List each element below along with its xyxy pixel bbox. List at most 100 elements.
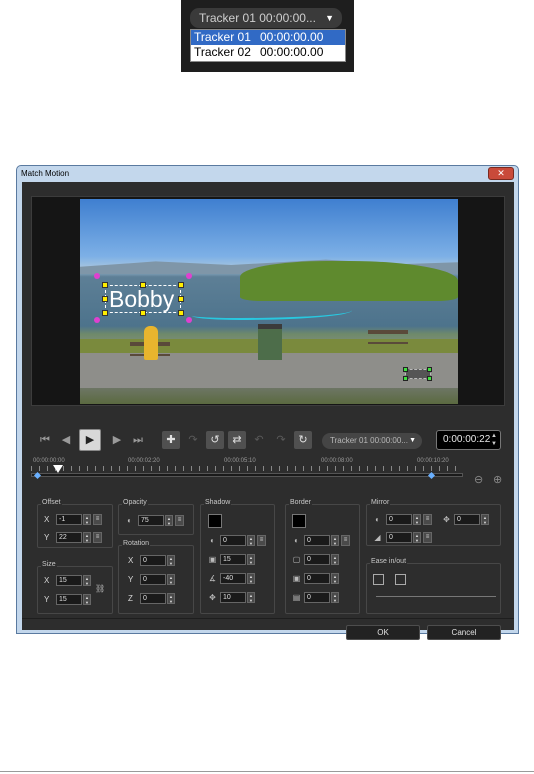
shadow-distance-spinner[interactable]: ▲ ▼	[247, 592, 255, 603]
border-corner-spinner[interactable]: ▲ ▼	[331, 592, 339, 603]
resize-handle[interactable]	[102, 282, 108, 288]
playhead-marker[interactable]	[53, 465, 63, 473]
track-icon[interactable]: ↻	[294, 431, 312, 449]
mirror-opacity-keyframe-button[interactable]: ≡	[423, 514, 432, 525]
ease-out-icon[interactable]	[395, 574, 406, 585]
offset-y-spinner[interactable]: ▲ ▼	[83, 532, 91, 543]
tick-label: 00:00:02:20	[128, 458, 160, 464]
rotate-handle[interactable]	[186, 273, 192, 279]
reset-icon[interactable]: ↺	[206, 431, 224, 449]
tracker-combo-closed[interactable]: Tracker 01 00:00:00... ▼	[190, 8, 342, 28]
go-to-end-icon[interactable]: ⏭	[129, 431, 147, 449]
resize-handle[interactable]	[102, 310, 108, 316]
rotation-z-field[interactable]: 0	[140, 593, 166, 604]
previous-frame-icon[interactable]: ◀	[57, 431, 75, 449]
video-frame[interactable]: Bobby	[80, 199, 458, 404]
border-opacity-keyframe-button[interactable]: ≡	[341, 535, 350, 546]
rotation-z-spinner[interactable]: ▲ ▼	[167, 593, 175, 604]
text-overlay-object[interactable]: Bobby	[105, 285, 181, 313]
tracker-handle[interactable]	[427, 376, 432, 381]
offset-x-keyframe-button[interactable]: ≡	[93, 514, 102, 525]
tracker-option-1[interactable]: Tracker 01 00:00:00.00	[191, 30, 345, 45]
shadow-opacity-field[interactable]: 0	[220, 535, 246, 546]
ok-button[interactable]: OK	[346, 625, 420, 640]
resize-handle[interactable]	[140, 282, 146, 288]
mirror-opacity-spinner[interactable]: ▲ ▼	[413, 514, 421, 525]
opacity-field[interactable]: 75	[138, 515, 164, 526]
ease-slider-track[interactable]	[376, 596, 496, 597]
rotation-y-field[interactable]: 0	[140, 574, 166, 585]
size-x-spinner[interactable]: ▲ ▼	[83, 575, 91, 586]
redo-icon[interactable]: ↷	[272, 431, 290, 449]
border-softness-field[interactable]: 0	[304, 573, 330, 584]
size-y-spinner[interactable]: ▲ ▼	[83, 594, 91, 605]
border-softness-spinner[interactable]: ▲ ▼	[331, 573, 339, 584]
rotate-handle[interactable]	[186, 317, 192, 323]
rotate-handle[interactable]	[94, 317, 100, 323]
border-color-swatch[interactable]	[292, 514, 306, 528]
tracker-handle[interactable]	[427, 367, 432, 372]
mirror-opacity-field[interactable]: 0	[386, 514, 412, 525]
border-opacity-field[interactable]: 0	[304, 535, 330, 546]
shadow-blur-spinner[interactable]: ▲ ▼	[247, 554, 255, 565]
add-tracker-icon[interactable]: ✚	[162, 431, 180, 449]
shadow-angle-spinner[interactable]: ▲ ▼	[247, 573, 255, 584]
mirror-fade-keyframe-button[interactable]: ≡	[423, 532, 432, 543]
resize-handle[interactable]	[178, 282, 184, 288]
zoom-in-icon[interactable]: ⊕	[493, 473, 502, 486]
rotation-y-spinner[interactable]: ▲ ▼	[167, 574, 175, 585]
opacity-keyframe-button[interactable]: ≡	[175, 515, 184, 526]
play-button[interactable]: ▶	[79, 429, 101, 451]
tracker-select[interactable]: Tracker 01 00:00:00... ▼	[322, 433, 422, 449]
timeline-track[interactable]	[31, 473, 463, 477]
resize-handle[interactable]	[178, 296, 184, 302]
timecode-spinner[interactable]: ▲ ▼	[491, 432, 497, 448]
opacity-spinner[interactable]: ▲ ▼	[165, 515, 173, 526]
rotation-x-field[interactable]: 0	[140, 555, 166, 566]
shadow-color-swatch[interactable]	[208, 514, 222, 528]
rotate-handle[interactable]	[94, 273, 100, 279]
go-to-start-icon[interactable]: ⏮	[36, 431, 54, 449]
close-button[interactable]: ✕	[488, 167, 514, 180]
mirror-fade-spinner[interactable]: ▲ ▼	[413, 532, 421, 543]
cancel-button[interactable]: Cancel	[427, 625, 501, 640]
link-icon[interactable]: ⛓	[95, 584, 105, 593]
mirror-offset-field[interactable]: 0	[454, 514, 480, 525]
size-x-field[interactable]: 15	[56, 575, 82, 586]
tracker-option-2[interactable]: Tracker 02 00:00:00.00	[191, 45, 345, 60]
tracker-dropdown-list: Tracker 01 00:00:00.00 Tracker 02 00:00:00…	[190, 29, 346, 62]
border-width-spinner[interactable]: ▲ ▼	[331, 554, 339, 565]
border-title: Border	[289, 499, 313, 506]
timecode-field[interactable]: 0:00:00:22 ▲ ▼	[436, 430, 501, 450]
timeline[interactable]: 00:00:00:00 00:00:02:20 00:00:05:10 00:0…	[31, 458, 463, 486]
resize-handle[interactable]	[102, 296, 108, 302]
shadow-distance-field[interactable]: 10	[220, 592, 246, 603]
mirror-offset-spinner[interactable]: ▲ ▼	[481, 514, 489, 525]
next-frame-icon[interactable]: ▶	[108, 431, 126, 449]
offset-y-label: Y	[44, 533, 50, 542]
offset-x-field[interactable]: -1	[56, 514, 82, 525]
ease-in-icon[interactable]	[373, 574, 384, 585]
mirror-fade-field[interactable]: 0	[386, 532, 412, 543]
resize-handle[interactable]	[140, 310, 146, 316]
shadow-opacity-spinner[interactable]: ▲ ▼	[247, 535, 255, 546]
shadow-blur-field[interactable]: 15	[220, 554, 246, 565]
border-width-field[interactable]: 0	[304, 554, 330, 565]
offset-y-field[interactable]: 22	[56, 532, 82, 543]
remove-tracker-icon[interactable]: ↷	[184, 431, 202, 449]
border-corner-field[interactable]: 0	[304, 592, 330, 603]
swap-icon[interactable]: ⇄	[228, 431, 246, 449]
resize-handle[interactable]	[178, 310, 184, 316]
zoom-out-icon[interactable]: ⊖	[474, 473, 483, 486]
border-width-icon: ▢	[292, 555, 301, 564]
shadow-opacity-keyframe-button[interactable]: ≡	[257, 535, 266, 546]
undo-icon[interactable]: ↶	[250, 431, 268, 449]
border-opacity-spinner[interactable]: ▲ ▼	[331, 535, 339, 546]
size-y-field[interactable]: 15	[56, 594, 82, 605]
rotation-x-spinner[interactable]: ▲ ▼	[167, 555, 175, 566]
tracker-handle[interactable]	[403, 376, 408, 381]
tracker-handle[interactable]	[403, 367, 408, 372]
offset-y-keyframe-button[interactable]: ≡	[93, 532, 102, 543]
shadow-angle-field[interactable]: -40	[220, 573, 246, 584]
offset-x-spinner[interactable]: ▲ ▼	[83, 514, 91, 525]
